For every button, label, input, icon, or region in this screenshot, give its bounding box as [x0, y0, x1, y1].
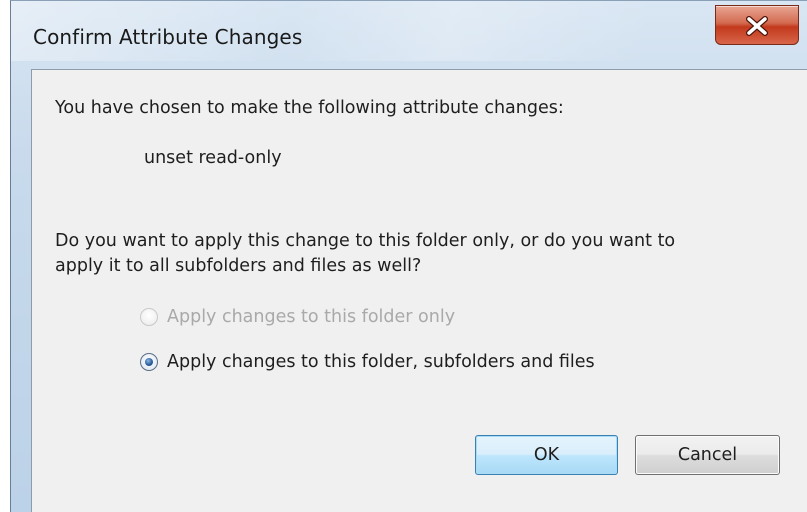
radio-unchecked-icon: [140, 308, 158, 326]
dialog-window: Confirm Attribute Changes You have chose…: [10, 0, 807, 512]
radio-this-folder-only[interactable]: Apply changes to this folder only: [140, 307, 455, 327]
radio-this-folder-only-label: Apply changes to this folder only: [167, 307, 456, 327]
intro-text: You have chosen to make the following at…: [55, 98, 564, 118]
radio-folder-subfolders-files[interactable]: Apply changes to this folder, subfolders…: [140, 352, 595, 372]
radio-folder-subfolders-files-label: Apply changes to this folder, subfolders…: [167, 352, 595, 372]
cancel-button[interactable]: Cancel: [635, 435, 780, 475]
dialog-body: You have chosen to make the following at…: [31, 69, 807, 512]
window-title: Confirm Attribute Changes: [33, 25, 303, 49]
screen: Confirm Attribute Changes You have chose…: [0, 0, 807, 512]
close-button[interactable]: [715, 5, 799, 45]
ok-button[interactable]: OK: [475, 435, 618, 475]
question-text-line-1: Do you want to apply this change to this…: [55, 231, 676, 251]
close-icon: [746, 16, 768, 36]
question-text-line-2: apply it to all subfolders and files as …: [55, 256, 422, 276]
attribute-change-text: unset read-only: [144, 148, 282, 168]
radio-checked-icon: [140, 353, 158, 371]
title-bar[interactable]: Confirm Attribute Changes: [11, 1, 807, 69]
